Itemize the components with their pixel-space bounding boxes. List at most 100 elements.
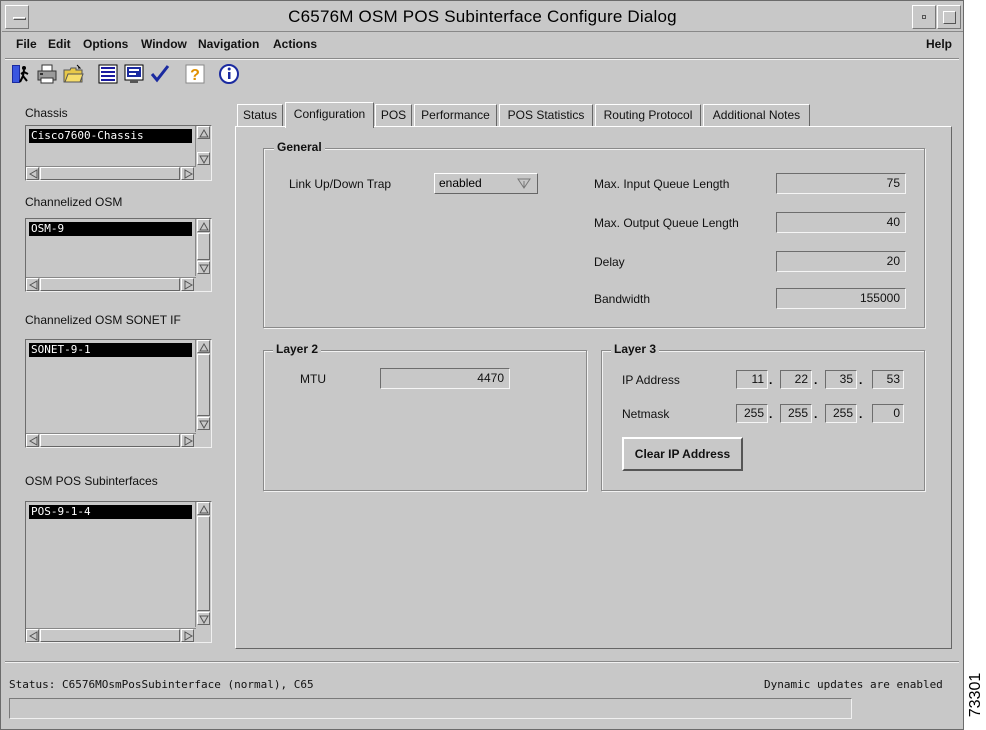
checkmark-icon[interactable] [149, 63, 171, 85]
info-icon[interactable] [218, 63, 240, 85]
scroll-up-arrow-icon[interactable] [197, 340, 210, 353]
scroll-down-arrow-icon[interactable] [197, 612, 210, 625]
tab-additional-notes[interactable]: Additional Notes [703, 104, 810, 127]
link-trap-value: enabled [439, 176, 482, 190]
channelized-osm-list-item[interactable]: OSM-9 [29, 222, 192, 236]
channelized-osm-sonet-list-item[interactable]: SONET-9-1 [29, 343, 192, 357]
menu-options[interactable]: Options [83, 37, 128, 51]
maximize-icon [943, 11, 956, 24]
scroll-down-arrow-icon[interactable] [197, 417, 210, 430]
figure-id: 73301 [966, 660, 986, 730]
channelized-osm-hscrollbar[interactable] [26, 277, 196, 291]
scroll-up-arrow-icon[interactable] [197, 219, 210, 232]
ip-octet-2[interactable]: 22 [780, 370, 812, 389]
menu-file[interactable]: File [16, 37, 37, 51]
tab-status[interactable]: Status [237, 104, 283, 127]
list-icon[interactable] [97, 63, 119, 85]
menu-options-label: Options [83, 37, 129, 51]
tab-pos-statistics[interactable]: POS Statistics [499, 104, 593, 127]
osm-pos-subinterfaces-vscrollbar[interactable] [195, 502, 211, 627]
menu-bar: File Edit Options Window Navigation Acti… [2, 33, 963, 59]
netmask-octet-3[interactable]: 255 [825, 404, 857, 423]
channelized-osm-label: Channelized OSM [25, 195, 123, 209]
scroll-thumb[interactable] [197, 354, 210, 416]
channelized-osm-sonet-label: Channelized OSM SONET IF [25, 313, 181, 327]
status-separator [5, 661, 959, 663]
ip-separator-dot: . [814, 373, 818, 387]
netmask-separator-dot: . [769, 407, 773, 421]
scroll-thumb[interactable] [40, 629, 180, 642]
menu-navigation-label: Navigation [198, 37, 260, 51]
scroll-thumb[interactable] [197, 516, 210, 611]
ip-octet-3[interactable]: 35 [825, 370, 857, 389]
scroll-right-arrow-icon[interactable] [181, 629, 194, 642]
bandwidth-field[interactable]: 155000 [776, 288, 906, 309]
ip-address-label: IP Address [622, 373, 680, 387]
menu-window[interactable]: Window [141, 37, 187, 51]
chassis-label: Chassis [25, 106, 68, 120]
ip-octet-1[interactable]: 11 [736, 370, 768, 389]
channelized-osm-sonet-vscrollbar[interactable] [195, 340, 211, 432]
window-title: C6576M OSM POS Subinterface Configure Di… [288, 7, 677, 26]
print-icon[interactable] [36, 63, 58, 85]
tab-performance[interactable]: Performance [414, 104, 497, 127]
general-group-title: General [274, 140, 325, 154]
tab-configuration[interactable]: Configuration [285, 102, 374, 128]
tab-routing-protocol[interactable]: Routing Protocol [595, 104, 701, 127]
netmask-octet-2[interactable]: 255 [780, 404, 812, 423]
max-output-queue-field[interactable]: 40 [776, 212, 906, 233]
monitor-icon[interactable] [123, 63, 145, 85]
maximize-button[interactable] [937, 5, 961, 29]
tab-pos[interactable]: POS [375, 104, 412, 127]
netmask-octet-1[interactable]: 255 [736, 404, 768, 423]
scroll-thumb[interactable] [40, 167, 180, 180]
chassis-hscrollbar[interactable] [26, 166, 196, 180]
open-folder-icon[interactable] [62, 63, 84, 85]
channelized-osm-list[interactable]: OSM-9 [25, 218, 212, 292]
scroll-left-arrow-icon[interactable] [26, 434, 39, 447]
scroll-left-arrow-icon[interactable] [26, 629, 39, 642]
osm-pos-subinterfaces-list-item[interactable]: POS-9-1-4 [29, 505, 192, 519]
bandwidth-label: Bandwidth [594, 292, 651, 306]
menu-actions[interactable]: Actions [273, 37, 317, 51]
ip-octet-4[interactable]: 53 [872, 370, 904, 389]
delay-field[interactable]: 20 [776, 251, 906, 272]
dynamic-updates-text: Dynamic updates are enabled [764, 678, 943, 691]
scroll-left-arrow-icon[interactable] [26, 278, 39, 291]
scroll-thumb[interactable] [197, 233, 210, 260]
progress-bar [9, 698, 852, 719]
menu-separator [5, 58, 959, 60]
scroll-right-arrow-icon[interactable] [181, 434, 194, 447]
chassis-vscrollbar[interactable] [195, 126, 211, 166]
channelized-osm-sonet-list[interactable]: SONET-9-1 [25, 339, 212, 448]
link-trap-dropdown[interactable]: enabled [434, 173, 538, 194]
scroll-left-arrow-icon[interactable] [26, 167, 39, 180]
menu-edit[interactable]: Edit [48, 37, 71, 51]
title-bar[interactable]: C6576M OSM POS Subinterface Configure Di… [2, 2, 963, 32]
menu-help[interactable]: Help [926, 37, 952, 51]
scroll-thumb[interactable] [40, 278, 180, 291]
osm-pos-subinterfaces-hscrollbar[interactable] [26, 628, 196, 642]
max-input-queue-field[interactable]: 75 [776, 173, 906, 194]
menu-edit-label: Edit [48, 37, 71, 51]
netmask-octet-4[interactable]: 0 [872, 404, 904, 423]
osm-pos-subinterfaces-list[interactable]: POS-9-1-4 [25, 501, 212, 643]
scroll-up-arrow-icon[interactable] [197, 126, 210, 139]
mtu-field[interactable]: 4470 [380, 368, 510, 389]
channelized-osm-vscrollbar[interactable] [195, 219, 211, 276]
menu-navigation[interactable]: Navigation [198, 37, 259, 51]
channelized-osm-sonet-hscrollbar[interactable] [26, 433, 196, 447]
chassis-list[interactable]: Cisco7600-Chassis [25, 125, 212, 181]
minimize-button[interactable] [912, 5, 936, 29]
clear-ip-address-button[interactable]: Clear IP Address [622, 437, 743, 471]
chassis-list-item[interactable]: Cisco7600-Chassis [29, 129, 192, 143]
scroll-up-arrow-icon[interactable] [197, 502, 210, 515]
scroll-right-arrow-icon[interactable] [181, 278, 194, 291]
exit-icon[interactable] [10, 63, 32, 85]
scroll-right-arrow-icon[interactable] [181, 167, 194, 180]
scroll-down-arrow-icon[interactable] [197, 261, 210, 274]
scroll-down-arrow-icon[interactable] [197, 152, 210, 165]
scroll-thumb[interactable] [40, 434, 180, 447]
help-question-icon[interactable]: ? [184, 63, 206, 85]
menu-window-label: Window [141, 37, 187, 51]
